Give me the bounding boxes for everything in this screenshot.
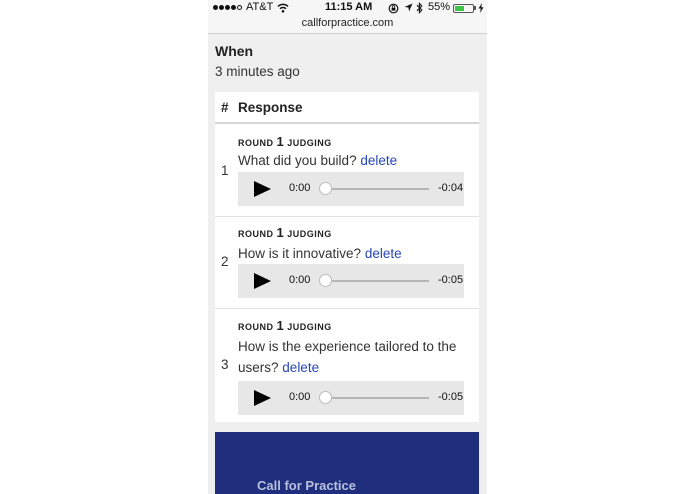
question-text: How is it innovative? delete [238,243,470,264]
round-suffix: JUDGING [287,322,332,332]
signal-strength-icon [213,5,242,10]
play-icon[interactable] [254,273,271,289]
seek-handle[interactable] [319,274,332,287]
round-suffix: JUDGING [287,138,332,148]
status-time: 11:15 AM [325,1,373,13]
delete-link[interactable]: delete [282,360,319,375]
delete-link[interactable]: delete [360,153,397,168]
seek-handle[interactable] [319,182,332,195]
phone-screen: AT&T 11:15 AM 55% callforpractice.com Wh… [208,0,487,494]
row-number: 3 [221,357,229,372]
remaining-time: -0:04 [438,182,464,194]
number-column-header: # [221,100,229,115]
play-icon[interactable] [254,390,271,406]
site-footer: Call for Practice [215,432,479,494]
address-bar[interactable]: callforpractice.com [208,16,487,34]
table-row: 2 ROUND 1 JUDGING How is it innovative? … [215,217,479,309]
current-time: 0:00 [289,274,311,286]
response-column-header: Response [238,100,303,115]
carrier-name: AT&T [246,1,274,13]
question-label: What did you build? [238,153,357,168]
battery-icon [453,4,474,13]
when-label: When [215,43,254,59]
seek-handle[interactable] [319,391,332,404]
row-number: 1 [221,163,229,178]
round-label: ROUND 1 JUDGING [238,134,332,149]
question-text: What did you build? delete [238,150,470,171]
round-prefix: ROUND [238,138,274,148]
audio-player: 0:00 -0:05 [238,381,464,415]
audio-player: 0:00 -0:05 [238,264,464,298]
signal-dot [225,5,230,10]
round-prefix: ROUND [238,322,274,332]
audio-player: 0:00 -0:04 [238,172,464,206]
charging-bolt-icon [478,3,484,13]
rotation-lock-icon [388,3,399,14]
signal-dot [213,5,218,10]
question-label: How is it innovative? [238,246,362,261]
question-label: How is the experience tailored to the us… [238,339,457,375]
delete-link[interactable]: delete [365,246,402,261]
battery-percent: 55% [428,1,451,13]
seek-track[interactable] [324,397,429,399]
signal-dot [219,5,224,10]
current-time: 0:00 [289,182,311,194]
battery-tip [474,6,476,10]
round-label: ROUND 1 JUDGING [238,318,332,333]
seek-track[interactable] [324,280,429,282]
play-icon[interactable] [254,181,271,197]
signal-dot [237,5,242,10]
table-row: 3 ROUND 1 JUDGING How is the experience … [215,309,479,422]
round-prefix: ROUND [238,229,274,239]
wifi-icon [277,3,289,13]
bluetooth-icon [416,2,423,14]
battery-level [455,6,464,11]
round-number: 1 [276,318,285,333]
footer-title[interactable]: Call for Practice [257,478,356,493]
current-time: 0:00 [289,391,311,403]
remaining-time: -0:05 [438,274,464,286]
when-value: 3 minutes ago [215,64,300,79]
round-number: 1 [276,225,285,240]
round-suffix: JUDGING [287,229,332,239]
question-text: How is the experience tailored to the us… [238,336,470,378]
round-number: 1 [276,134,285,149]
table-header: # Response [215,92,479,124]
responses-table: # Response 1 ROUND 1 JUDGING What did yo… [215,92,479,422]
status-bar: AT&T 11:15 AM 55% [208,0,487,16]
row-number: 2 [221,254,229,269]
seek-track[interactable] [324,188,429,190]
location-arrow-icon [404,3,413,12]
round-label: ROUND 1 JUDGING [238,225,332,240]
table-row: 1 ROUND 1 JUDGING What did you build? de… [215,126,479,217]
signal-dot [231,5,236,10]
remaining-time: -0:05 [438,391,464,403]
